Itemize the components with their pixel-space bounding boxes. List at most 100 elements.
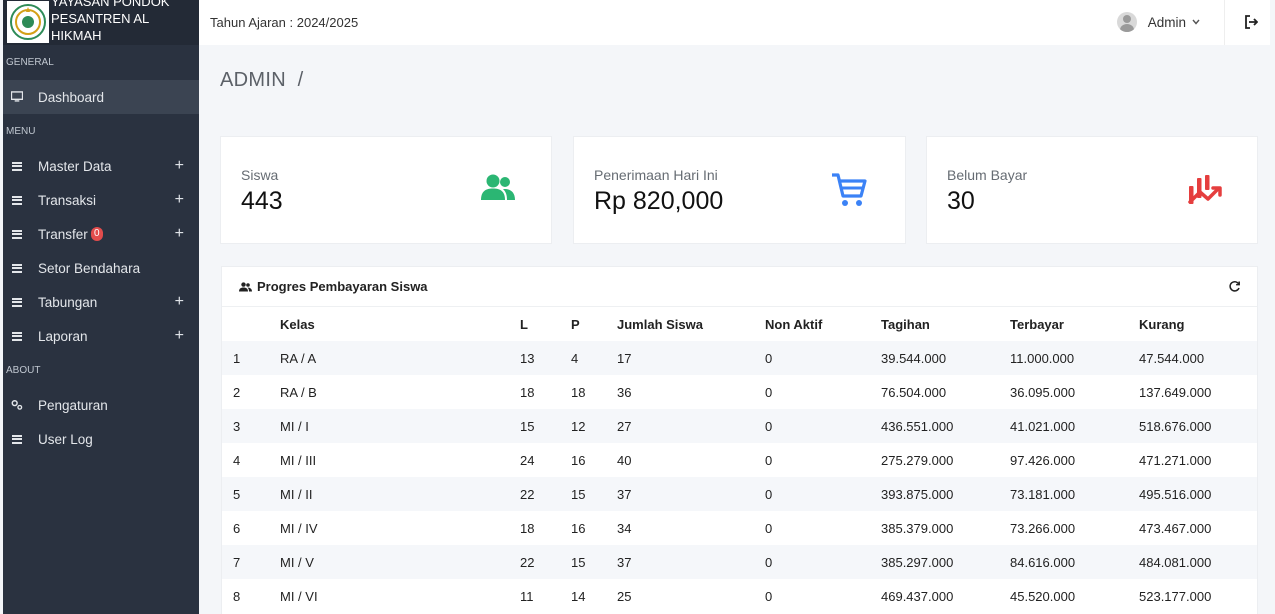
list-icon: [11, 296, 23, 308]
sidebar-item-label: User Log: [38, 431, 93, 447]
table-row[interactable]: 1 RA / A 13 4 17 0 39.544.000 11.000.000 47.544.…: [222, 341, 1257, 375]
logout-icon[interactable]: [1244, 14, 1259, 30]
cell-non-aktif: 0: [765, 588, 773, 604]
cell-non-aktif: 0: [765, 452, 773, 468]
cell-terbayar: 97.426.000: [1010, 452, 1076, 468]
cell-kelas: RA / A: [280, 350, 317, 366]
cell-kelas: MI / II: [280, 486, 313, 502]
cell-row-number: 1: [233, 350, 241, 366]
panel-title-text: Progres Pembayaran Siswa: [257, 279, 428, 294]
cell-non-aktif: 0: [765, 520, 773, 536]
list-icon: [11, 433, 23, 445]
cell-p: 12: [571, 418, 586, 434]
col-header-kelas[interactable]: Kelas: [280, 307, 520, 341]
expand-icon[interactable]: +: [175, 293, 184, 311]
cell-p: 14: [571, 588, 586, 604]
cell-kelas: MI / III: [280, 452, 317, 468]
cell-p: 4: [571, 350, 579, 366]
cell-terbayar: 41.021.000: [1010, 418, 1076, 434]
card-label: Belum Bayar: [947, 167, 1028, 183]
sidebar-item-transaksi[interactable]: Transaksi +: [3, 183, 199, 217]
cell-tagihan: 393.875.000: [881, 486, 954, 502]
table-row[interactable]: 7 MI / V 22 15 37 0 385.297.000 84.616.000 484.0…: [222, 545, 1257, 579]
cell-tagihan: 385.379.000: [881, 520, 954, 536]
cell-tagihan: 385.297.000: [881, 554, 954, 570]
cell-l: 15: [520, 418, 535, 434]
table-row[interactable]: 5 MI / II 22 15 37 0 393.875.000 73.181.000 495.…: [222, 477, 1257, 511]
refresh-icon[interactable]: [1228, 280, 1241, 293]
sidebar-item-user-log[interactable]: User Log: [3, 422, 199, 456]
cell-jumlah-siswa: 34: [617, 520, 632, 536]
col-header-kurang[interactable]: Kurang: [1139, 307, 1257, 341]
sidebar-item-tabungan[interactable]: Tabungan +: [3, 285, 199, 319]
cell-jumlah-siswa: 17: [617, 350, 632, 366]
academic-year: Tahun Ajaran : 2024/2025: [210, 15, 359, 30]
col-header-no: [222, 307, 280, 341]
sidebar-item-label: Tabungan: [38, 294, 98, 310]
transfer-count-badge: 0: [90, 227, 103, 241]
list-icon: [11, 160, 23, 172]
cell-terbayar: 73.266.000: [1010, 520, 1076, 536]
expand-icon[interactable]: +: [175, 157, 184, 175]
cell-non-aktif: 0: [765, 384, 773, 400]
user-name: Admin: [1147, 14, 1186, 30]
col-header-terbayar[interactable]: Terbayar: [1010, 307, 1139, 341]
table-row[interactable]: 4 MI / III 24 16 40 0 275.279.000 97.426.000 471…: [222, 443, 1257, 477]
sidebar-item-label: Setor Bendahara: [38, 260, 141, 276]
col-header-tagihan[interactable]: Tagihan: [881, 307, 1010, 341]
cell-jumlah-siswa: 40: [617, 452, 632, 468]
card-penerimaan: Penerimaan Hari Ini Rp 820,000: [573, 136, 906, 244]
expand-icon[interactable]: +: [175, 225, 184, 243]
table-row[interactable]: 3 MI / I 15 12 27 0 436.551.000 41.021.000 518.6…: [222, 409, 1257, 443]
cell-row-number: 3: [233, 418, 241, 434]
cell-non-aktif: 0: [765, 418, 773, 434]
cell-row-number: 5: [233, 486, 241, 502]
cell-tagihan: 436.551.000: [881, 418, 954, 434]
col-header-p[interactable]: P: [571, 307, 617, 341]
cell-jumlah-siswa: 37: [617, 486, 632, 502]
expand-icon[interactable]: +: [175, 191, 184, 209]
cell-tagihan: 275.279.000: [881, 452, 954, 468]
sidebar-item-transfer[interactable]: Transfer 0 +: [3, 217, 199, 251]
table-row[interactable]: 8 MI / VI 11 14 25 0 469.437.000 45.520.000 523.…: [222, 579, 1257, 613]
cell-kurang: 473.467.000: [1139, 520, 1212, 536]
cell-kelas: RA / B: [280, 384, 317, 400]
cell-jumlah-siswa: 27: [617, 418, 632, 434]
card-belum-bayar: Belum Bayar 30: [926, 136, 1258, 244]
expand-icon[interactable]: +: [175, 327, 184, 345]
table-header-row: Kelas L P Jumlah Siswa Non Aktif Tagihan…: [222, 307, 1257, 341]
cell-row-number: 7: [233, 554, 241, 570]
brand-line-2: PESANTREN AL: [51, 11, 150, 26]
cell-l: 22: [520, 554, 535, 570]
col-header-non-aktif[interactable]: Non Aktif: [765, 307, 881, 341]
sidebar-item-laporan[interactable]: Laporan +: [3, 319, 199, 353]
col-header-l[interactable]: L: [520, 307, 571, 341]
user-menu[interactable]: Admin: [1116, 12, 1200, 32]
brand-line-3: HIKMAH: [51, 28, 102, 43]
cell-row-number: 2: [233, 384, 241, 400]
cell-row-number: 6: [233, 520, 241, 536]
cell-kurang: 471.271.000: [1139, 452, 1212, 468]
sidebar-item-label: Laporan: [38, 328, 88, 344]
table-row[interactable]: 2 RA / B 18 18 36 0 76.504.000 36.095.000 137.64…: [222, 375, 1257, 409]
cell-p: 16: [571, 520, 586, 536]
cart-icon: [830, 171, 868, 214]
sidebar-item-setor-bendahara[interactable]: Setor Bendahara: [3, 251, 199, 285]
sidebar-item-pengaturan[interactable]: Pengaturan: [3, 388, 199, 422]
table-row[interactable]: 6 MI / IV 18 16 34 0 385.379.000 73.266.000 473.…: [222, 511, 1257, 545]
cell-kurang: 47.544.000: [1139, 350, 1205, 366]
sidebar-item-dashboard[interactable]: Dashboard: [3, 80, 199, 114]
cogs-icon: [11, 399, 23, 411]
cell-terbayar: 36.095.000: [1010, 384, 1076, 400]
brand-name: YAYASAN PONDOK PESANTREN AL HIKMAH: [51, 0, 169, 44]
card-value: Rp 820,000: [594, 187, 724, 215]
cell-tagihan: 39.544.000: [881, 350, 947, 366]
brand[interactable]: YAYASAN PONDOK PESANTREN AL HIKMAH: [3, 0, 199, 45]
col-header-jumlah-siswa[interactable]: Jumlah Siswa: [617, 307, 765, 341]
brand-line-1: YAYASAN PONDOK: [51, 0, 170, 9]
card-value: 30: [947, 187, 975, 215]
cell-kelas: MI / I: [280, 418, 309, 434]
panel-title: Progres Pembayaran Siswa: [239, 279, 428, 294]
sidebar-item-master-data[interactable]: Master Data +: [3, 149, 199, 183]
list-icon: [11, 194, 23, 206]
